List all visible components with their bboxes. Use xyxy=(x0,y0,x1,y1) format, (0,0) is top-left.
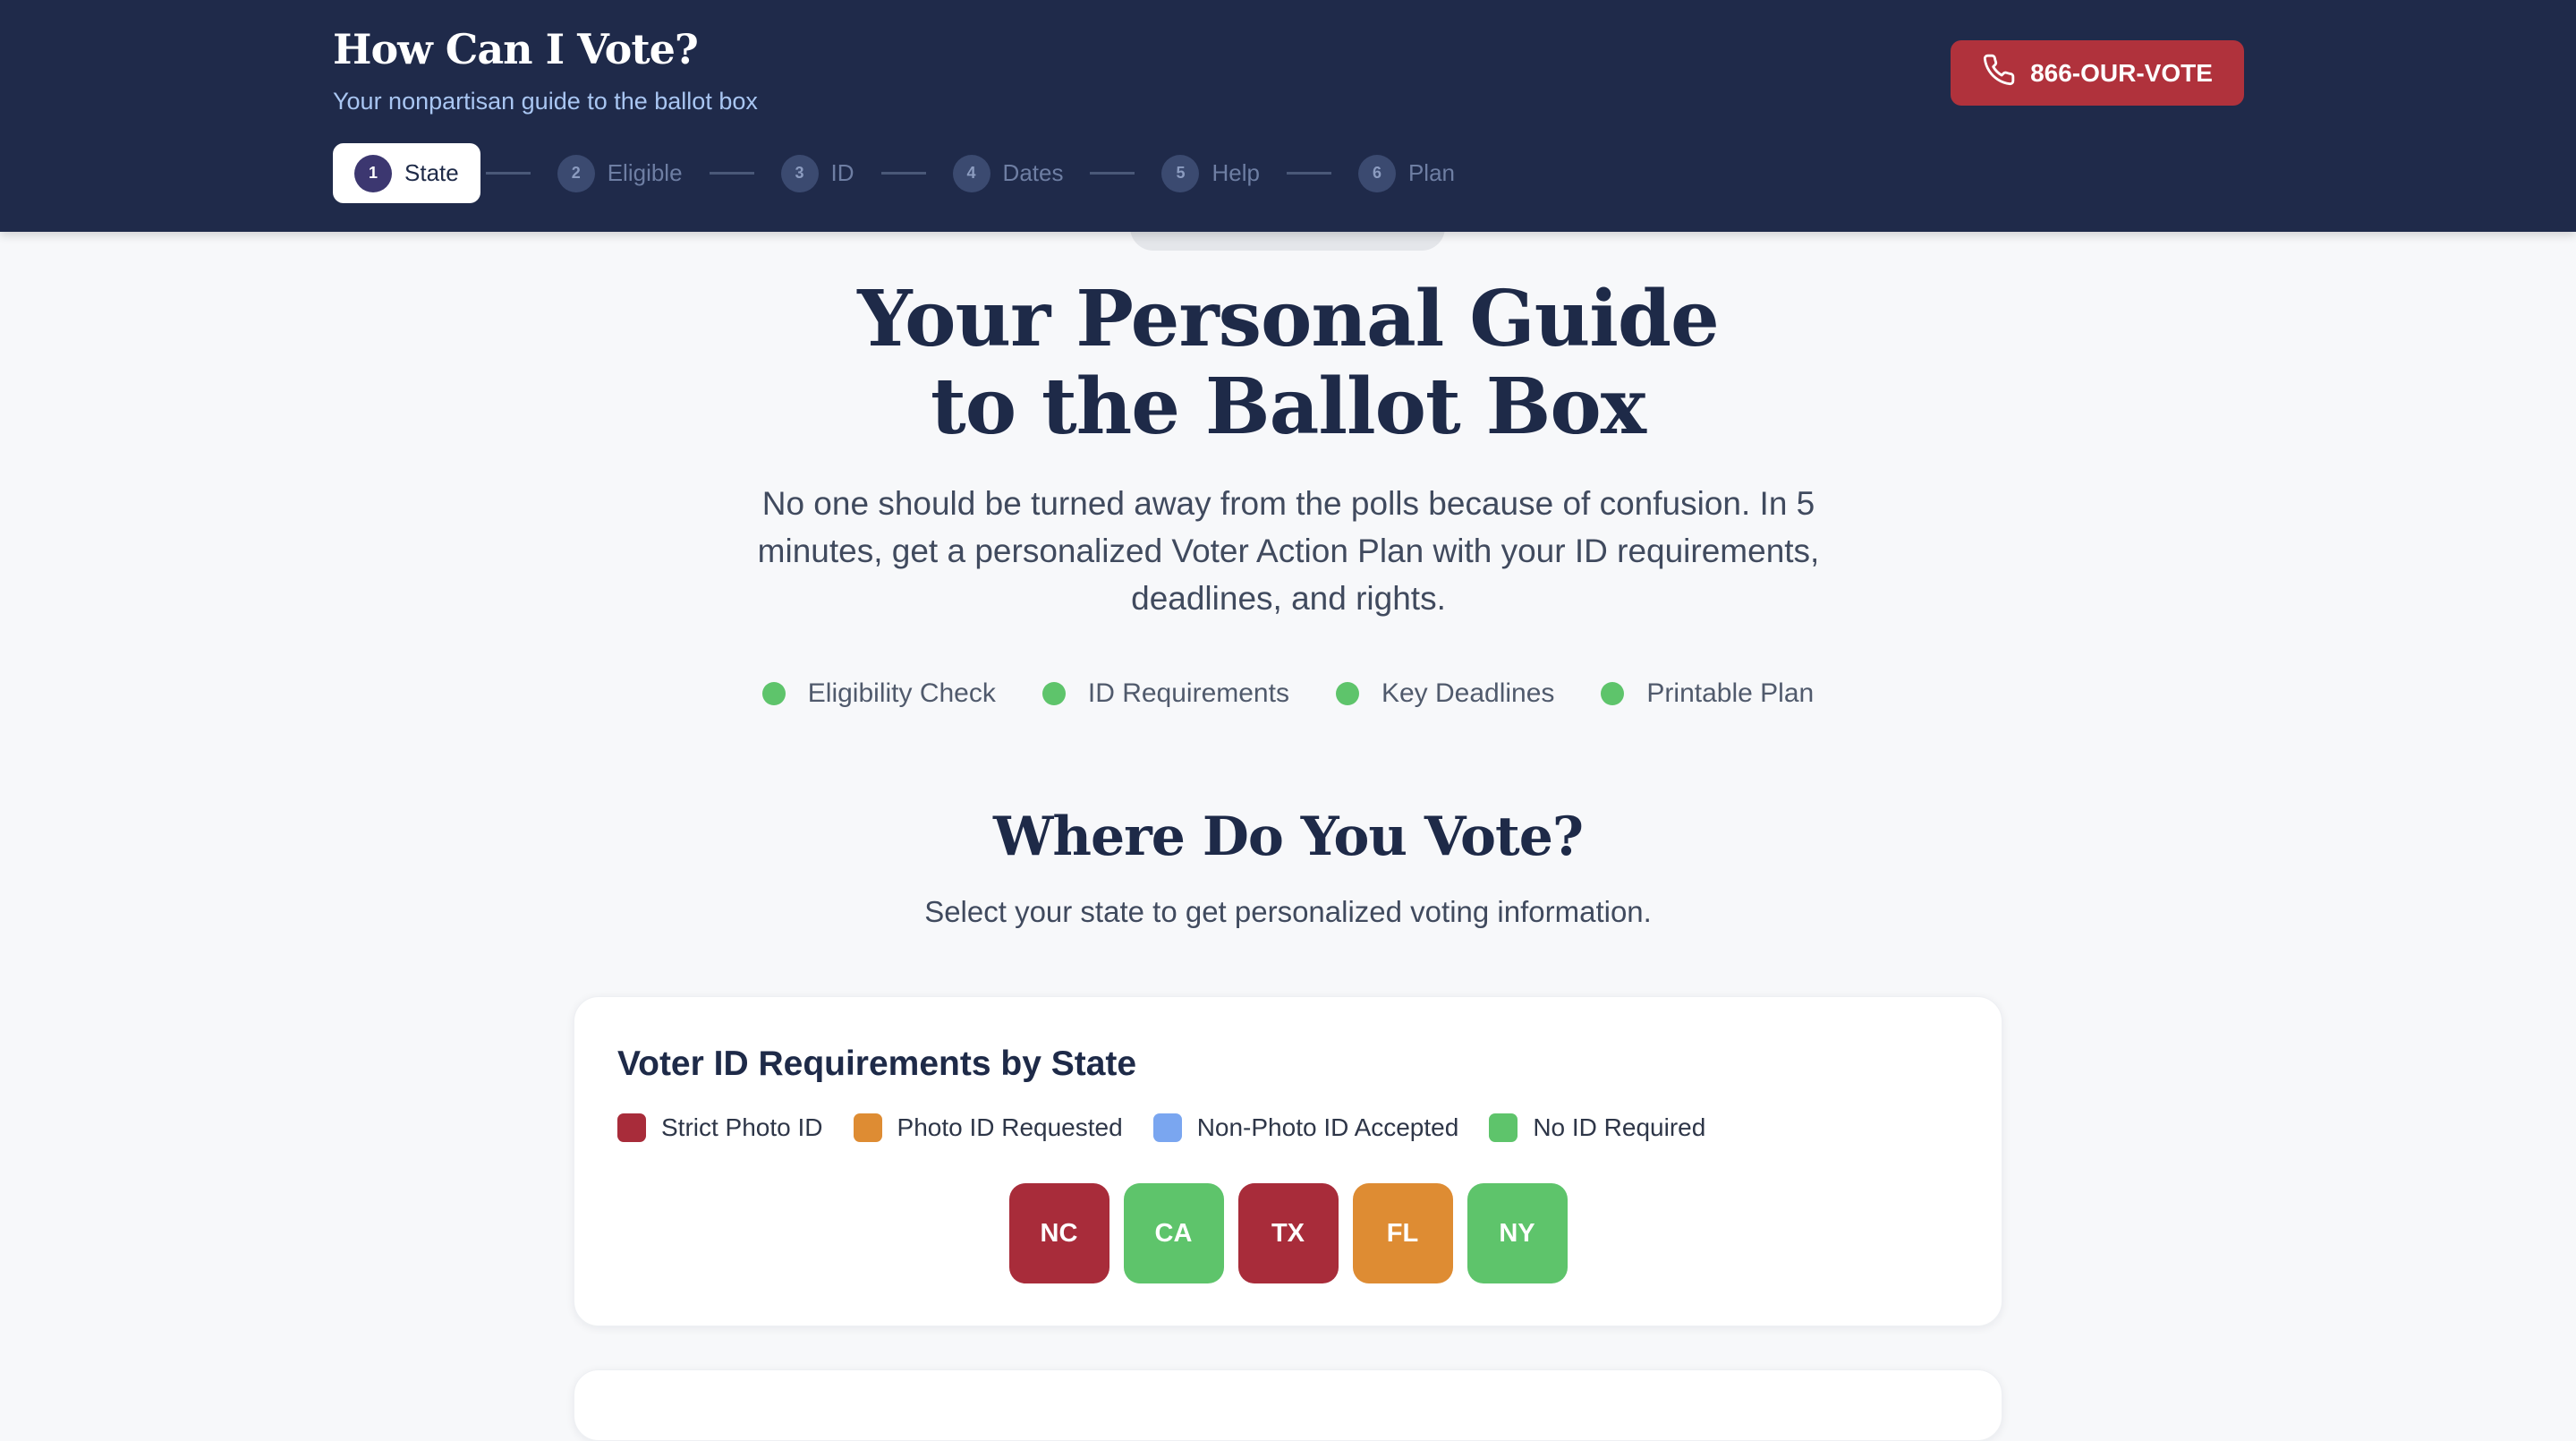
legend-label: No ID Required xyxy=(1533,1113,1706,1141)
step-help[interactable]: 5 Help xyxy=(1140,143,1280,203)
status-dot-icon xyxy=(1041,682,1066,705)
feature-item: Eligibility Check xyxy=(761,678,996,709)
state-button-ca[interactable]: CA xyxy=(1123,1183,1224,1283)
legend-swatch xyxy=(1152,1113,1182,1142)
state-button-nc[interactable]: NC xyxy=(1008,1183,1109,1283)
hero-title-line2: to the Ballot Box xyxy=(930,362,1646,452)
legend-label: Strict Photo ID xyxy=(661,1113,823,1141)
feature-label: ID Requirements xyxy=(1087,678,1289,708)
step-number: 5 xyxy=(1161,154,1200,192)
status-dot-icon xyxy=(1335,682,1359,705)
hotline-button[interactable]: 866-OUR-VOTE xyxy=(1951,40,2244,106)
step-eligible[interactable]: 2 Eligible xyxy=(536,143,704,203)
step-connector xyxy=(880,172,926,175)
hero-title: Your Personal Guide to the Ballot Box xyxy=(0,276,2576,451)
status-dot-icon xyxy=(1601,682,1625,705)
app-title: How Can I Vote? xyxy=(333,25,699,73)
step-number: 4 xyxy=(952,154,990,192)
feature-label: Printable Plan xyxy=(1646,678,1815,708)
step-label: ID xyxy=(830,159,854,186)
legend-swatch xyxy=(617,1113,646,1142)
voter-id-card: Voter ID Requirements by State Strict Ph… xyxy=(574,996,2002,1326)
state-button-fl[interactable]: FL xyxy=(1352,1183,1453,1283)
step-connector xyxy=(1286,172,1331,175)
legend-item: Non-Photo ID Accepted xyxy=(1152,1113,1459,1142)
step-connector xyxy=(709,172,754,175)
legend-swatch xyxy=(1489,1113,1518,1142)
step-id[interactable]: 3 ID xyxy=(760,143,876,203)
status-dot-icon xyxy=(761,682,786,705)
step-label: Help xyxy=(1211,159,1260,186)
next-card xyxy=(574,1369,2002,1441)
legend-item: Photo ID Requested xyxy=(853,1113,1123,1142)
legend-label: Photo ID Requested xyxy=(897,1113,1123,1141)
step-label: Dates xyxy=(1002,159,1064,186)
step-state[interactable]: 1 State xyxy=(333,143,480,203)
step-number: 2 xyxy=(557,154,595,192)
hero-title-line1: Your Personal Guide xyxy=(857,274,1720,364)
step-plan[interactable]: 6 Plan xyxy=(1337,143,1476,203)
step-label: Plan xyxy=(1407,159,1455,186)
step-label: Eligible xyxy=(607,159,683,186)
section-subtitle: Select your state to get personalized vo… xyxy=(924,895,1652,928)
feature-list: Eligibility Check ID Requirements Key De… xyxy=(0,678,2576,709)
step-number: 1 xyxy=(354,154,392,192)
legend: Strict Photo ID Photo ID Requested Non-P… xyxy=(617,1113,1705,1142)
state-selector: NC CA TX FL NY xyxy=(574,1183,2002,1283)
step-connector xyxy=(485,172,531,175)
phone-icon xyxy=(1982,53,2016,93)
step-number: 3 xyxy=(780,154,819,192)
step-connector xyxy=(1090,172,1135,175)
card-title: Voter ID Requirements by State xyxy=(617,1045,1137,1083)
legend-item: No ID Required xyxy=(1489,1113,1705,1142)
legend-swatch xyxy=(853,1113,882,1142)
feature-label: Eligibility Check xyxy=(807,678,996,708)
state-button-ny[interactable]: NY xyxy=(1467,1183,1568,1283)
app-subtitle: Your nonpartisan guide to the ballot box xyxy=(333,88,758,115)
progress-stepper: 1 State 2 Eligible 3 ID 4 Dates 5 Help 6… xyxy=(333,143,1476,203)
legend-label: Non-Photo ID Accepted xyxy=(1196,1113,1459,1141)
step-number: 6 xyxy=(1357,154,1396,192)
step-dates[interactable]: 4 Dates xyxy=(931,143,1085,203)
hotline-label: 866-OUR-VOTE xyxy=(2030,58,2213,87)
state-button-tx[interactable]: TX xyxy=(1237,1183,1339,1283)
feature-item: Printable Plan xyxy=(1601,678,1814,709)
hero-description: No one should be turned away from the po… xyxy=(757,485,1820,617)
section-title: Where Do You Vote? xyxy=(992,806,1584,868)
feature-item: Key Deadlines xyxy=(1335,678,1555,709)
feature-label: Key Deadlines xyxy=(1381,678,1555,708)
step-label: State xyxy=(404,159,459,186)
legend-item: Strict Photo ID xyxy=(617,1113,823,1142)
site-header: How Can I Vote? Your nonpartisan guide t… xyxy=(0,0,2576,232)
feature-item: ID Requirements xyxy=(1041,678,1289,709)
